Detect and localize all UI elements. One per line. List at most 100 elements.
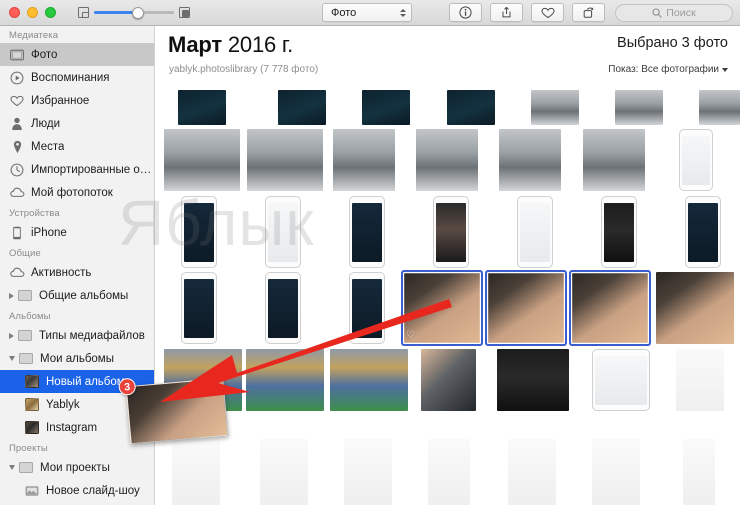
photo-thumbnail[interactable] xyxy=(172,439,220,505)
album-thumbnail-icon xyxy=(25,375,39,388)
slider-knob[interactable] xyxy=(132,6,144,19)
sidebar-item-мои-альбомы[interactable]: Мои альбомы xyxy=(0,347,154,370)
selection-status: Выбрано 3 фото xyxy=(617,35,728,51)
photo-thumbnail[interactable] xyxy=(497,349,569,411)
photo-thumbnail[interactable] xyxy=(265,272,301,344)
photo-thumbnail[interactable] xyxy=(344,439,392,505)
iphone-icon xyxy=(9,225,25,240)
sidebar-item-люди[interactable]: Люди xyxy=(0,112,154,135)
sidebar-item-label: Yablyk xyxy=(46,398,80,411)
sidebar-item-мой-фотопоток[interactable]: Мой фотопоток xyxy=(0,181,154,204)
photo-thumbnail[interactable] xyxy=(685,196,721,268)
photo-thumbnail[interactable] xyxy=(615,90,663,125)
photo-thumbnail[interactable] xyxy=(676,349,724,411)
sidebar-item-фото[interactable]: Фото xyxy=(0,43,154,66)
photo-thumbnail[interactable] xyxy=(592,439,640,505)
photo-thumbnail[interactable] xyxy=(499,129,561,191)
clock-icon xyxy=(10,163,24,176)
cloud-icon xyxy=(9,265,25,280)
photo-thumbnail[interactable] xyxy=(278,90,326,125)
person-icon xyxy=(12,117,22,130)
photo-thumbnail[interactable] xyxy=(699,90,740,125)
search-field[interactable]: Поиск xyxy=(615,4,733,22)
photo-thumbnail[interactable] xyxy=(247,129,323,191)
photo-thumbnail[interactable] xyxy=(683,439,715,505)
share-icon xyxy=(502,6,511,18)
folder-icon xyxy=(19,353,33,364)
disclosure-triangle-expanded-icon[interactable] xyxy=(9,356,15,361)
slider-track[interactable] xyxy=(94,6,174,19)
photo-thumbnail[interactable] xyxy=(349,196,385,268)
photo-thumbnail[interactable] xyxy=(416,129,478,191)
sidebar-item-места[interactable]: Места xyxy=(0,135,154,158)
iphone-screenshot-content xyxy=(682,135,710,185)
photo-thumbnail[interactable] xyxy=(164,129,240,191)
sidebar-item-импортированные-о[interactable]: Импортированные о… xyxy=(0,158,154,181)
photo-thumbnail[interactable] xyxy=(260,439,308,505)
photo-thumbnail[interactable] xyxy=(178,90,226,125)
photo-thumbnail[interactable] xyxy=(583,129,645,191)
photo-thumbnail[interactable] xyxy=(508,439,556,505)
photo-thumbnail[interactable] xyxy=(246,349,324,411)
minimize-button[interactable] xyxy=(27,7,38,18)
photo-thumbnail[interactable] xyxy=(330,349,408,411)
sidebar-section-header: Общие xyxy=(9,248,41,259)
rotate-button[interactable] xyxy=(572,3,605,22)
photo-thumbnail[interactable] xyxy=(265,196,301,268)
photo-thumbnail[interactable] xyxy=(531,90,579,125)
photo-thumbnail[interactable] xyxy=(601,196,637,268)
sidebar-item-label: Новое слайд-шоу xyxy=(46,484,140,497)
sidebar-item-типы-медиафайлов[interactable]: Типы медиафайлов xyxy=(0,324,154,347)
share-button[interactable] xyxy=(490,3,523,22)
photo-thumbnail[interactable] xyxy=(181,272,217,344)
photo-grid[interactable]: ♡ xyxy=(156,84,740,505)
photo-thumbnail-selected[interactable]: ♡ xyxy=(401,270,483,346)
person-icon xyxy=(9,116,25,131)
photo-thumbnail[interactable] xyxy=(362,90,410,125)
view-mode-popup[interactable]: Фото xyxy=(322,3,412,22)
photo-thumbnail[interactable] xyxy=(349,272,385,344)
photo-thumbnail[interactable] xyxy=(333,129,395,191)
photo-thumbnail[interactable] xyxy=(517,196,553,268)
photo-thumbnail[interactable] xyxy=(592,349,650,411)
photo-thumbnail[interactable] xyxy=(428,439,470,505)
disclosure-triangle-collapsed-icon[interactable] xyxy=(9,292,14,299)
heart-icon xyxy=(540,7,555,18)
album-thumbnail-icon xyxy=(25,398,39,411)
photo-thumbnail[interactable] xyxy=(421,349,476,411)
close-button[interactable] xyxy=(9,7,20,18)
photo-thumbnail[interactable] xyxy=(447,90,495,125)
photos-icon xyxy=(9,47,25,62)
sidebar-item-воспоминания[interactable]: Воспоминания xyxy=(0,66,154,89)
photo-thumbnail-selected[interactable] xyxy=(485,270,567,346)
favorite-button[interactable] xyxy=(531,3,564,22)
sidebar-item-мои-проекты[interactable]: Мои проекты xyxy=(0,456,154,479)
iphone-screenshot-content xyxy=(352,278,382,338)
photo-thumbnail-selected[interactable] xyxy=(569,270,651,346)
thumbnail-size-slider[interactable] xyxy=(78,6,190,19)
pin-icon xyxy=(9,139,25,154)
iphone-screenshot-content xyxy=(595,355,647,405)
photo-thumbnail[interactable] xyxy=(656,272,734,344)
photo-thumbnail[interactable] xyxy=(679,129,713,191)
sidebar-item-iphone[interactable]: iPhone xyxy=(0,221,154,244)
photo-thumbnail[interactable] xyxy=(181,196,217,268)
slideshow-icon xyxy=(25,485,39,496)
sidebar-item-новое-слайд-шоу[interactable]: Новое слайд-шоу xyxy=(0,479,154,502)
disclosure-triangle-expanded-icon[interactable] xyxy=(9,465,15,470)
sidebar-item-общие-альбомы[interactable]: Общие альбомы xyxy=(0,284,154,307)
photo-thumbnail[interactable] xyxy=(433,196,469,268)
show-filter-dropdown[interactable]: Показ: Все фотографии xyxy=(608,64,728,75)
disclosure-triangle-collapsed-icon[interactable] xyxy=(9,332,14,339)
sidebar-item-активность[interactable]: Активность xyxy=(0,261,154,284)
folder-icon xyxy=(19,462,33,473)
folder-icon xyxy=(18,330,32,341)
year-label: 2016 г. xyxy=(227,32,293,57)
cloud-icon xyxy=(9,267,24,277)
zoom-button[interactable] xyxy=(45,7,56,18)
info-button[interactable] xyxy=(449,3,482,22)
folder-icon xyxy=(17,328,33,343)
window-toolbar: Фото Поиск xyxy=(0,0,740,26)
sidebar-item-избранное[interactable]: Избранное xyxy=(0,89,154,112)
sidebar-section-header: Медиатека xyxy=(9,30,59,41)
